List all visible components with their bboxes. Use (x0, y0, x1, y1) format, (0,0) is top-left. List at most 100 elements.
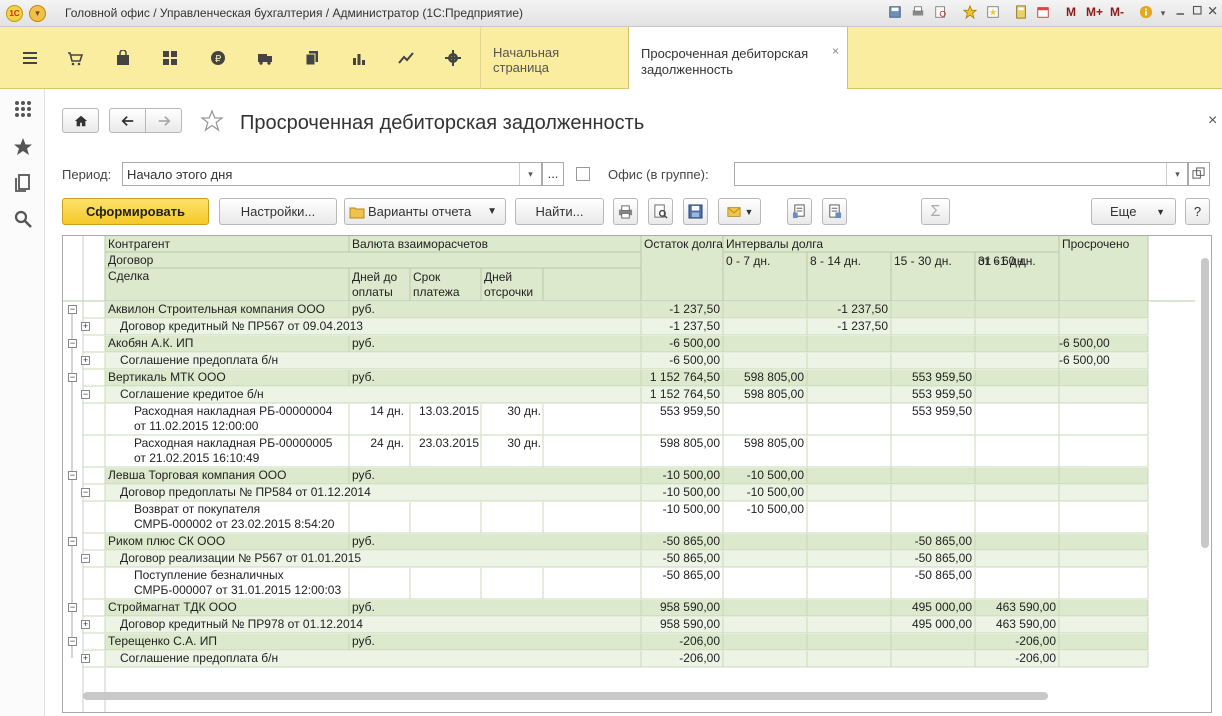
paste-report-button[interactable] (822, 198, 847, 225)
collapse-toggle[interactable]: − (68, 471, 77, 480)
menu-icon[interactable] (8, 27, 52, 89)
collapse-toggle[interactable]: − (81, 488, 90, 497)
trend-icon[interactable] (384, 27, 428, 89)
all-functions-icon[interactable] (13, 99, 33, 119)
vertical-scrollbar[interactable] (1201, 258, 1209, 548)
office-field[interactable] (734, 162, 1188, 186)
app-logo-icon: 1С (6, 5, 23, 22)
tab-close-icon[interactable]: × (832, 43, 839, 59)
memory-subtract-button[interactable]: M- (1110, 5, 1124, 19)
page-title: Просроченная дебиторская задолженность (240, 112, 645, 134)
period-select-button[interactable]: ... (542, 162, 564, 186)
grid-icon[interactable] (148, 27, 192, 89)
find-button[interactable]: Найти... (515, 198, 604, 225)
contragent-name: Риком плюс СК ООО (108, 534, 226, 548)
collapse-toggle[interactable]: − (68, 637, 77, 646)
period-dropdown-icon[interactable]: ▾ (519, 163, 541, 185)
favorites-nav-icon[interactable] (13, 137, 33, 157)
collapse-toggle[interactable]: − (68, 373, 77, 382)
maximize-icon[interactable] (1190, 5, 1206, 21)
calculator-icon[interactable] (1013, 5, 1029, 21)
copy-report-button[interactable] (787, 198, 812, 225)
row-balance: -10 500,00 (662, 468, 720, 482)
info-dropdown-icon[interactable]: ▾ (1155, 5, 1171, 21)
office-label: Офис (в группе): (608, 167, 709, 182)
contract-name: Соглашение предоплата б/н (120, 353, 279, 367)
memory-button[interactable]: M (1066, 5, 1076, 19)
settings-gear-icon[interactable] (431, 27, 475, 89)
header-pay-date: Срок платежа (413, 270, 460, 299)
contract-name: Договор кредитный № ПР567 от 09.04.2013 (120, 319, 363, 333)
currency-icon[interactable]: ₽ (196, 27, 240, 89)
more-button[interactable]: Еще ▼ (1091, 198, 1176, 225)
search-icon[interactable] (13, 209, 33, 229)
report-spreadsheet[interactable]: Контрагент Валюта взаиморасчетов Остаток д… (62, 235, 1212, 713)
office-checkbox[interactable] (576, 167, 590, 181)
save-icon[interactable] (887, 5, 903, 21)
more-label: Еще (1110, 204, 1137, 219)
close-form-icon[interactable]: × (1208, 112, 1217, 130)
collapse-toggle[interactable]: − (68, 537, 77, 546)
report-variants-button[interactable]: Варианты отчета ▼ (344, 198, 506, 225)
info-icon[interactable] (1138, 5, 1154, 21)
settings-button[interactable]: Настройки... (219, 198, 337, 225)
bag-icon[interactable] (101, 27, 145, 89)
calendar-icon[interactable] (1035, 5, 1051, 21)
generate-button[interactable]: Сформировать (62, 198, 209, 225)
header-interval-0-7: 0 - 7 дн. (726, 254, 771, 268)
cart-icon[interactable] (53, 27, 97, 89)
tab-overdue-receivables[interactable]: Просроченная дебиторская задолженность × (628, 27, 848, 89)
row-balance: -6 500,00 (669, 336, 720, 350)
contract-name: Соглашение кредитое б/н (120, 387, 264, 401)
print-button[interactable] (613, 198, 638, 225)
preview-icon[interactable] (933, 5, 949, 21)
email-dropdown-icon: ▼ (744, 206, 754, 217)
header-delay-days: Дней отсрочки (484, 270, 534, 299)
bar-chart-icon[interactable] (337, 27, 381, 89)
row-balance: -206,00 (679, 634, 720, 648)
close-window-icon[interactable] (1205, 5, 1221, 21)
minimize-icon[interactable] (1173, 5, 1189, 21)
favorites-icon[interactable] (962, 4, 978, 21)
expand-toggle[interactable]: + (81, 620, 90, 629)
row-interval-0-7: 598 805,00 (743, 436, 804, 450)
expand-toggle[interactable]: + (81, 654, 90, 663)
add-to-favorites-icon[interactable] (200, 109, 224, 136)
office-dropdown-icon[interactable]: ▾ (1166, 163, 1188, 185)
row-interval-15-30: 495 000,00 (911, 600, 972, 614)
print-icon[interactable] (910, 5, 926, 21)
office-open-button[interactable] (1188, 162, 1210, 186)
period-value: Начало этого дня (127, 167, 233, 182)
history-icon[interactable] (985, 5, 1001, 21)
save-report-button[interactable] (683, 198, 708, 225)
report-form: Просроченная дебиторская задолженность ×… (46, 89, 1222, 716)
collapse-toggle[interactable]: − (68, 603, 77, 612)
help-button[interactable]: ? (1185, 198, 1210, 225)
more-chevron-icon: ▼ (1156, 206, 1165, 217)
print-preview-button[interactable] (648, 198, 673, 225)
row-name: Поступление безналичных (134, 568, 284, 582)
main-menu-icon[interactable]: ▾ (29, 5, 46, 22)
expand-toggle[interactable]: + (81, 322, 90, 331)
documents-icon[interactable] (290, 27, 334, 89)
forward-button[interactable] (145, 108, 182, 133)
history-nav-icon[interactable] (13, 173, 33, 193)
expand-toggle[interactable]: + (81, 356, 90, 365)
memory-add-button[interactable]: M+ (1086, 5, 1103, 19)
horizontal-scrollbar[interactable] (83, 692, 1048, 700)
period-field[interactable]: Начало этого дня (122, 162, 542, 186)
collapse-toggle[interactable]: − (68, 339, 77, 348)
collapse-toggle[interactable]: − (81, 554, 90, 563)
back-button[interactable] (109, 108, 146, 133)
row-name-detail: СМРБ-000002 от 23.02.2015 8:54:20 (134, 517, 335, 531)
collapse-toggle[interactable]: − (81, 390, 90, 399)
home-button[interactable] (62, 108, 99, 133)
tab-home[interactable]: Начальная страница (480, 27, 628, 89)
row-interval-15-30: -50 865,00 (914, 568, 972, 582)
collapse-toggle[interactable]: − (68, 305, 77, 314)
sum-button[interactable]: Σ (921, 198, 950, 225)
header-interval-61: от 61 дн. (978, 254, 1027, 268)
row-balance: 958 590,00 (659, 600, 720, 614)
send-email-button[interactable]: ▼ (718, 198, 761, 225)
truck-icon[interactable] (243, 27, 287, 89)
